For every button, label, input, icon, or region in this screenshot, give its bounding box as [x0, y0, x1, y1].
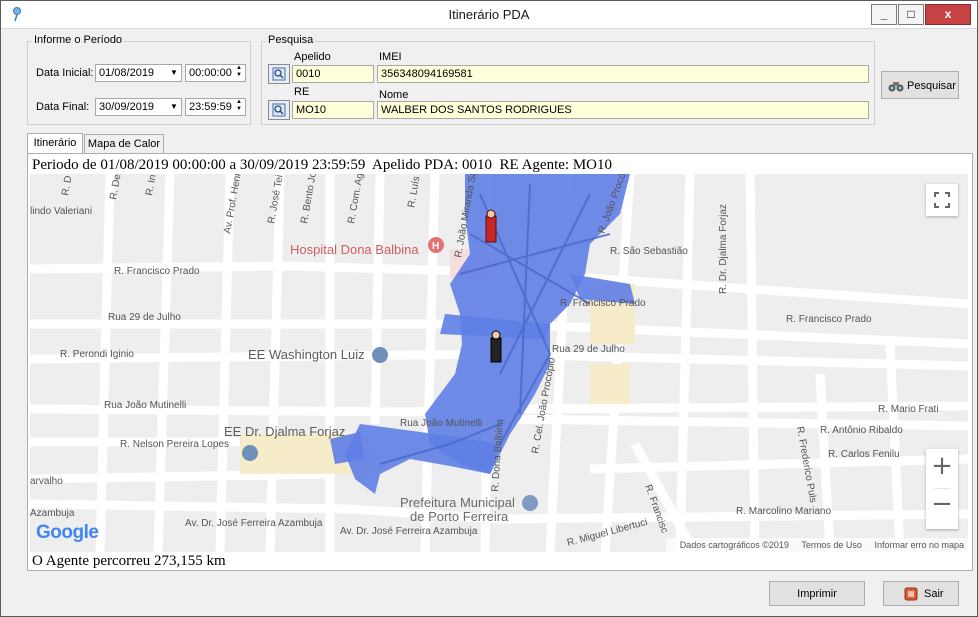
start-date-dropdown-icon[interactable]: ▼	[168, 65, 180, 81]
poi-label-prefeitura: Prefeitura Municipal	[400, 495, 515, 510]
re-input[interactable]: MO10	[292, 101, 374, 119]
end-date-label: Data Final:	[36, 101, 90, 113]
terms-link[interactable]: Termos de Uso	[801, 540, 862, 550]
street-label: Rua 29 de Julho	[108, 312, 181, 323]
exit-icon	[904, 587, 918, 601]
distance-summary: O Agente percorreu 273,155 km	[32, 553, 226, 569]
poi-label-hospital: Hospital Dona Balbina	[290, 242, 419, 257]
end-date-picker[interactable]: 30/09/2019 ▼	[95, 98, 182, 116]
print-button-label: Imprimir	[797, 588, 837, 600]
report-error-link[interactable]: Informar erro no mapa	[874, 540, 964, 550]
end-time-spinner-icon[interactable]: ▲ ▼	[234, 99, 244, 115]
maximize-button[interactable]: □	[898, 4, 924, 25]
fullscreen-button[interactable]	[926, 184, 958, 216]
street-label: R. Marcolino Mariano	[736, 506, 831, 517]
period-group-title: Informe o Período	[32, 34, 125, 46]
street-label: R. Antônio Ribaldo	[820, 425, 903, 436]
period-group: Informe o Período Data Inicial: 01/08/20…	[27, 34, 251, 125]
start-time-spinner-icon[interactable]: ▲ ▼	[234, 65, 244, 81]
street-label: Av. Dr. José Ferreira Azambuja	[340, 526, 478, 537]
street-label: R. Francisco Prado	[786, 314, 872, 325]
tab-itinerario[interactable]: Itinerário	[27, 133, 83, 154]
map-canvas[interactable]: R. Francisco Prado R. Francisco Prado R.…	[30, 174, 968, 552]
school-marker-icon[interactable]	[242, 445, 258, 461]
agent-current-marker-icon[interactable]	[490, 330, 502, 363]
poi-label-prefeitura-city: de Porto Ferreira	[410, 509, 509, 524]
street-label: R. Francisco Prado	[560, 298, 646, 309]
zoom-in-button[interactable]: +	[926, 451, 958, 481]
search-group: Pesquisa Apelido IMEI 0010 3563480941695…	[261, 34, 875, 125]
lookup-icon	[272, 67, 286, 81]
google-logo: Google	[36, 522, 99, 543]
itinerary-panel: Periodo de 01/08/2019 00:00:00 a 30/09/2…	[27, 153, 973, 571]
end-date-dropdown-icon[interactable]: ▼	[168, 99, 180, 115]
exit-button-label: Sair	[924, 588, 944, 600]
re-label: RE	[294, 86, 310, 98]
end-time-value: 23:59:59	[189, 101, 232, 113]
apelido-input[interactable]: 0010	[292, 65, 374, 83]
close-button[interactable]: x	[925, 4, 971, 25]
map-view[interactable]: R. Francisco Prado R. Francisco Prado R.…	[30, 174, 968, 552]
period-summary: Periodo de 01/08/2019 00:00:00 a 30/09/2…	[32, 157, 612, 173]
street-label: R. Francisco Prado	[114, 266, 200, 277]
government-marker-icon[interactable]	[522, 495, 538, 511]
poi-label-school-washington: EE Washington Luiz	[248, 347, 365, 362]
nome-label: Nome	[379, 89, 409, 101]
nome-input[interactable]: WALBER DOS SANTOS RODRIGUES	[377, 101, 869, 119]
street-label: Rua 29 de Julho	[552, 344, 625, 355]
minimize-button[interactable]: _	[871, 4, 897, 25]
imei-input[interactable]: 356348094169581	[377, 65, 869, 83]
search-button[interactable]: Pesquisar	[881, 71, 959, 99]
poi-label-school-djalma: EE Dr. Djalma Forjaz	[224, 424, 345, 439]
start-date-label: Data Inicial:	[36, 67, 94, 79]
street-label: Av. Dr. José Ferreira Azambuja	[185, 518, 323, 529]
map-data-credit: Dados cartográficos ©2019	[679, 540, 789, 550]
street-label: R. Perondi Iginio	[60, 349, 134, 360]
search-button-label: Pesquisar	[907, 80, 956, 92]
map-attribution: Dados cartográficos ©2019 Termos de Uso …	[665, 538, 968, 552]
window-title: Itinerário PDA	[448, 7, 530, 22]
street-label: R. Nelson Pereira Lopes	[120, 439, 229, 450]
street-label: Azambuja	[30, 508, 75, 519]
street-label: R. Dr. Djalma Forjaz	[718, 204, 729, 294]
end-date-value: 30/09/2019	[99, 101, 155, 113]
re-lookup-button[interactable]	[268, 100, 290, 120]
print-button[interactable]: Imprimir	[769, 581, 865, 606]
zoom-out-button[interactable]: −	[926, 489, 958, 519]
tab-mapa-de-calor[interactable]: Mapa de Calor	[84, 134, 164, 154]
apelido-label: Apelido	[294, 51, 331, 63]
fullscreen-icon	[934, 192, 950, 208]
binoculars-icon	[888, 82, 904, 92]
exit-button[interactable]: Sair	[883, 581, 959, 606]
street-label: R. Carlos Fenilu	[828, 449, 900, 460]
street-label: Rua João Mutinelli	[104, 400, 186, 411]
street-label: R. Mario Frati	[878, 404, 939, 415]
imei-label: IMEI	[379, 51, 402, 63]
app-window: Itinerário PDA _ □ x Informe o Período D…	[0, 0, 978, 617]
street-label: R. São Sebastião	[610, 246, 688, 257]
apelido-lookup-button[interactable]	[268, 64, 290, 84]
street-label: arvalho	[30, 476, 63, 487]
end-time-field[interactable]: 23:59:59 ▲ ▼	[185, 98, 246, 116]
start-date-value: 01/08/2019	[99, 67, 155, 79]
lookup-icon	[272, 103, 286, 117]
zoom-control: + −	[926, 449, 958, 529]
start-date-picker[interactable]: 01/08/2019 ▼	[95, 64, 182, 82]
school-marker-icon[interactable]	[372, 347, 388, 363]
start-time-field[interactable]: 00:00:00 ▲ ▼	[185, 64, 246, 82]
hospital-marker-letter: H	[432, 241, 439, 252]
street-label: Rua João Mutinelli	[400, 418, 482, 429]
street-label: lindo Valeriani	[30, 206, 92, 217]
agent-start-marker-icon[interactable]	[485, 209, 497, 243]
start-time-value: 00:00:00	[189, 67, 232, 79]
title-bar[interactable]: Itinerário PDA _ □ x	[1, 1, 977, 29]
search-group-title: Pesquisa	[266, 34, 316, 46]
